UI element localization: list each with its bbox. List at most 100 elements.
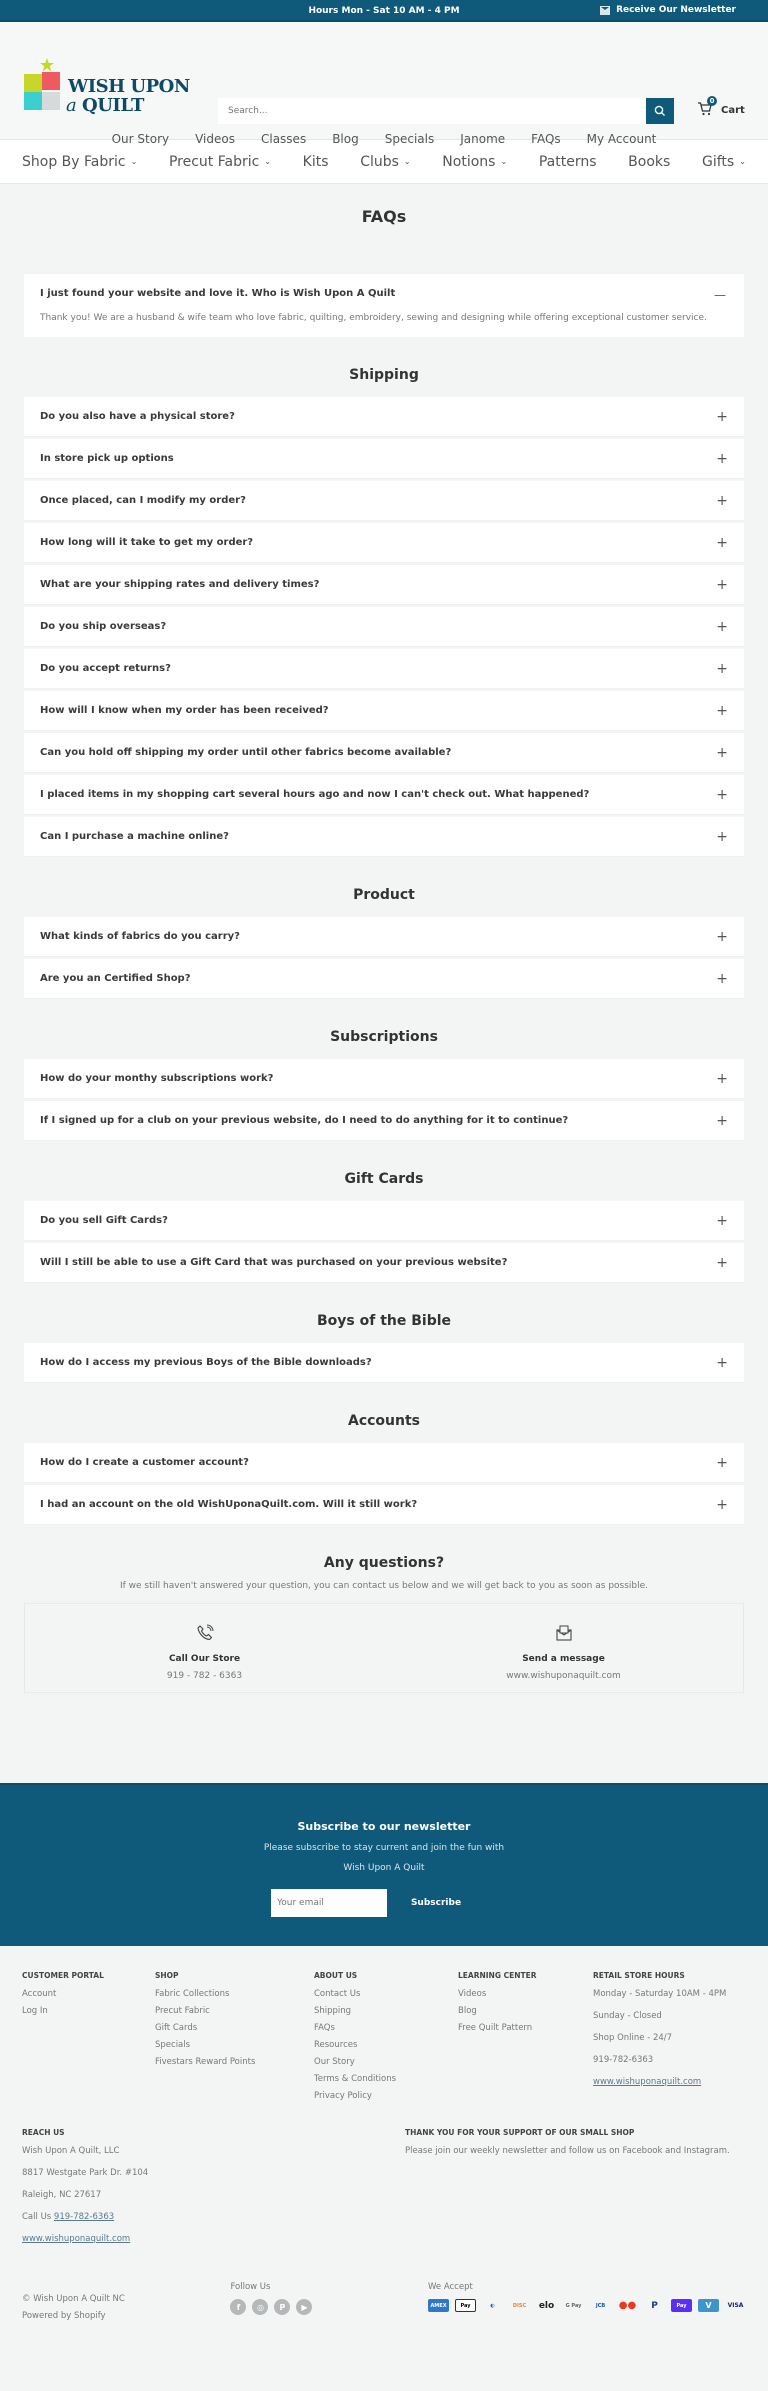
faq-item[interactable]: How do I create a customer account? + bbox=[24, 1443, 744, 1483]
faq-item[interactable]: How do I access my previous Boys of the … bbox=[24, 1343, 744, 1383]
nav-patterns[interactable]: Patterns bbox=[539, 154, 597, 170]
faq-item[interactable]: Do you accept returns? + bbox=[24, 649, 744, 689]
expand-icon[interactable]: + bbox=[716, 745, 728, 761]
phone-icon bbox=[196, 1624, 213, 1641]
footer-link[interactable]: Blog bbox=[458, 2006, 593, 2016]
expand-icon[interactable]: + bbox=[716, 409, 728, 425]
subnav-janome[interactable]: Janome bbox=[460, 132, 505, 146]
faq-item[interactable]: How long will it take to get my order? + bbox=[24, 523, 744, 563]
footer-link[interactable]: Resources bbox=[314, 2040, 458, 2050]
nav-notions[interactable]: Notions ⌄ bbox=[442, 154, 507, 170]
expand-icon[interactable]: + bbox=[716, 787, 728, 803]
expand-icon[interactable]: + bbox=[716, 971, 728, 987]
faq-item[interactable]: Do you also have a physical store? + bbox=[24, 397, 744, 437]
faq-question: What are your shipping rates and deliver… bbox=[40, 579, 320, 590]
email-input[interactable] bbox=[270, 1889, 387, 1917]
send-message[interactable]: Send a message www.wishuponaquilt.com bbox=[384, 1604, 743, 1692]
collapse-icon[interactable]: — bbox=[714, 288, 726, 302]
powered-by[interactable]: Powered by Shopify bbox=[22, 2311, 230, 2321]
hours-website-link[interactable]: www.wishuponaquilt.com bbox=[593, 2077, 726, 2087]
newsletter-link[interactable]: Receive Our Newsletter bbox=[600, 5, 736, 15]
search-bar bbox=[218, 98, 674, 124]
footer-link[interactable]: Gift Cards bbox=[155, 2023, 314, 2033]
footer-link[interactable]: Shipping bbox=[314, 2006, 458, 2016]
footer-link[interactable]: Account bbox=[22, 1989, 155, 1999]
chevron-down-icon: ⌄ bbox=[403, 157, 411, 166]
faq-item[interactable]: Once placed, can I modify my order? + bbox=[24, 481, 744, 521]
call-phone: 919 - 782 - 6363 bbox=[166, 1671, 243, 1681]
footer-link[interactable]: Free Quilt Pattern bbox=[458, 2023, 593, 2033]
faq-item-expanded[interactable]: I just found your website and love it. W… bbox=[24, 274, 744, 337]
subnav-classes[interactable]: Classes bbox=[261, 132, 306, 146]
subnav-faqs[interactable]: FAQs bbox=[531, 132, 561, 146]
faq-item[interactable]: Do you ship overseas? + bbox=[24, 607, 744, 647]
youtube-icon[interactable]: ▶ bbox=[296, 2299, 313, 2315]
footer-link[interactable]: Our Story bbox=[314, 2057, 458, 2067]
expand-icon[interactable]: + bbox=[716, 703, 728, 719]
footer-link[interactable]: Fabric Collections bbox=[155, 1989, 314, 1999]
expand-icon[interactable]: + bbox=[716, 929, 728, 945]
expand-icon[interactable]: + bbox=[716, 493, 728, 509]
nav-precut-fabric[interactable]: Precut Fabric ⌄ bbox=[169, 154, 271, 170]
expand-icon[interactable]: + bbox=[716, 829, 728, 845]
pinterest-icon[interactable]: P bbox=[274, 2299, 291, 2315]
faq-item[interactable]: What are your shipping rates and deliver… bbox=[24, 565, 744, 605]
cart-button[interactable]: 0 Cart bbox=[697, 96, 745, 119]
expand-icon[interactable]: + bbox=[716, 1213, 728, 1229]
instagram-icon[interactable]: ◎ bbox=[252, 2299, 269, 2315]
footer-link[interactable]: Fivestars Reward Points bbox=[155, 2057, 314, 2067]
faq-item[interactable]: Will I still be able to use a Gift Card … bbox=[24, 1243, 744, 1283]
faq-item[interactable]: What kinds of fabrics do you carry? + bbox=[24, 917, 744, 957]
expand-icon[interactable]: + bbox=[716, 1113, 728, 1129]
nav-clubs[interactable]: Clubs ⌄ bbox=[360, 154, 410, 170]
faq-item[interactable]: Can I purchase a machine online? + bbox=[24, 817, 744, 857]
logo[interactable]: WISH UPON a QUILT bbox=[24, 58, 199, 120]
expand-icon[interactable]: + bbox=[716, 1497, 728, 1513]
subnav-blog[interactable]: Blog bbox=[332, 132, 359, 146]
faq-item[interactable]: I had an account on the old WishUponaQui… bbox=[24, 1485, 744, 1525]
nav-gifts[interactable]: Gifts ⌄ bbox=[702, 154, 746, 170]
facebook-icon[interactable]: f bbox=[230, 2299, 247, 2315]
section-title: Shipping bbox=[349, 367, 419, 383]
footer-link[interactable]: Specials bbox=[155, 2040, 314, 2050]
footer-link[interactable]: Videos bbox=[458, 1989, 593, 1999]
expand-icon[interactable]: + bbox=[716, 1455, 728, 1471]
expand-icon[interactable]: + bbox=[716, 1355, 728, 1371]
subnav-specials[interactable]: Specials bbox=[385, 132, 435, 146]
faq-item[interactable]: Are you an Certified Shop? + bbox=[24, 959, 744, 999]
faq-item[interactable]: How do your monthy subscriptions work? + bbox=[24, 1059, 744, 1099]
search-input[interactable] bbox=[218, 98, 646, 124]
faq-item[interactable]: If I signed up for a club on your previo… bbox=[24, 1101, 744, 1141]
search-button[interactable] bbox=[646, 98, 674, 124]
footer-col-learning: LEARNING CENTER Videos Blog Free Quilt P… bbox=[458, 1971, 593, 2128]
subnav-my-account[interactable]: My Account bbox=[587, 132, 657, 146]
subnav-videos[interactable]: Videos bbox=[195, 132, 235, 146]
reach-website-link[interactable]: www.wishuponaquilt.com bbox=[22, 2234, 405, 2244]
nav-shop-by-fabric[interactable]: Shop By Fabric ⌄ bbox=[22, 154, 137, 170]
reach-phone-link[interactable]: 919-782-6363 bbox=[54, 2212, 114, 2222]
subscribe-button[interactable]: Subscribe bbox=[411, 1898, 461, 1908]
faq-item[interactable]: How will I know when my order has been r… bbox=[24, 691, 744, 731]
footer-link[interactable]: Precut Fabric bbox=[155, 2006, 314, 2016]
expand-icon[interactable]: + bbox=[716, 1255, 728, 1271]
subnav-our-story[interactable]: Our Story bbox=[112, 132, 170, 146]
expand-icon[interactable]: + bbox=[716, 535, 728, 551]
expand-icon[interactable]: + bbox=[716, 619, 728, 635]
nav-books[interactable]: Books bbox=[628, 154, 670, 170]
footer-col-customer-portal: CUSTOMER PORTAL Account Log In bbox=[22, 1971, 155, 2128]
faq-item[interactable]: In store pick up options + bbox=[24, 439, 744, 479]
expand-icon[interactable]: + bbox=[716, 1071, 728, 1087]
expand-icon[interactable]: + bbox=[716, 577, 728, 593]
expand-icon[interactable]: + bbox=[716, 661, 728, 677]
faq-item[interactable]: I placed items in my shopping cart sever… bbox=[24, 775, 744, 815]
footer-link[interactable]: Privacy Policy bbox=[314, 2091, 458, 2101]
footer-link[interactable]: FAQs bbox=[314, 2023, 458, 2033]
call-store[interactable]: Call Our Store 919 - 782 - 6363 bbox=[25, 1604, 384, 1692]
faq-item[interactable]: Can you hold off shipping my order until… bbox=[24, 733, 744, 773]
footer-link[interactable]: Terms & Conditions bbox=[314, 2074, 458, 2084]
nav-kits[interactable]: Kits bbox=[303, 154, 329, 170]
footer-link[interactable]: Contact Us bbox=[314, 1989, 458, 1999]
faq-item[interactable]: Do you sell Gift Cards? + bbox=[24, 1201, 744, 1241]
footer-link[interactable]: Log In bbox=[22, 2006, 155, 2016]
expand-icon[interactable]: + bbox=[716, 451, 728, 467]
